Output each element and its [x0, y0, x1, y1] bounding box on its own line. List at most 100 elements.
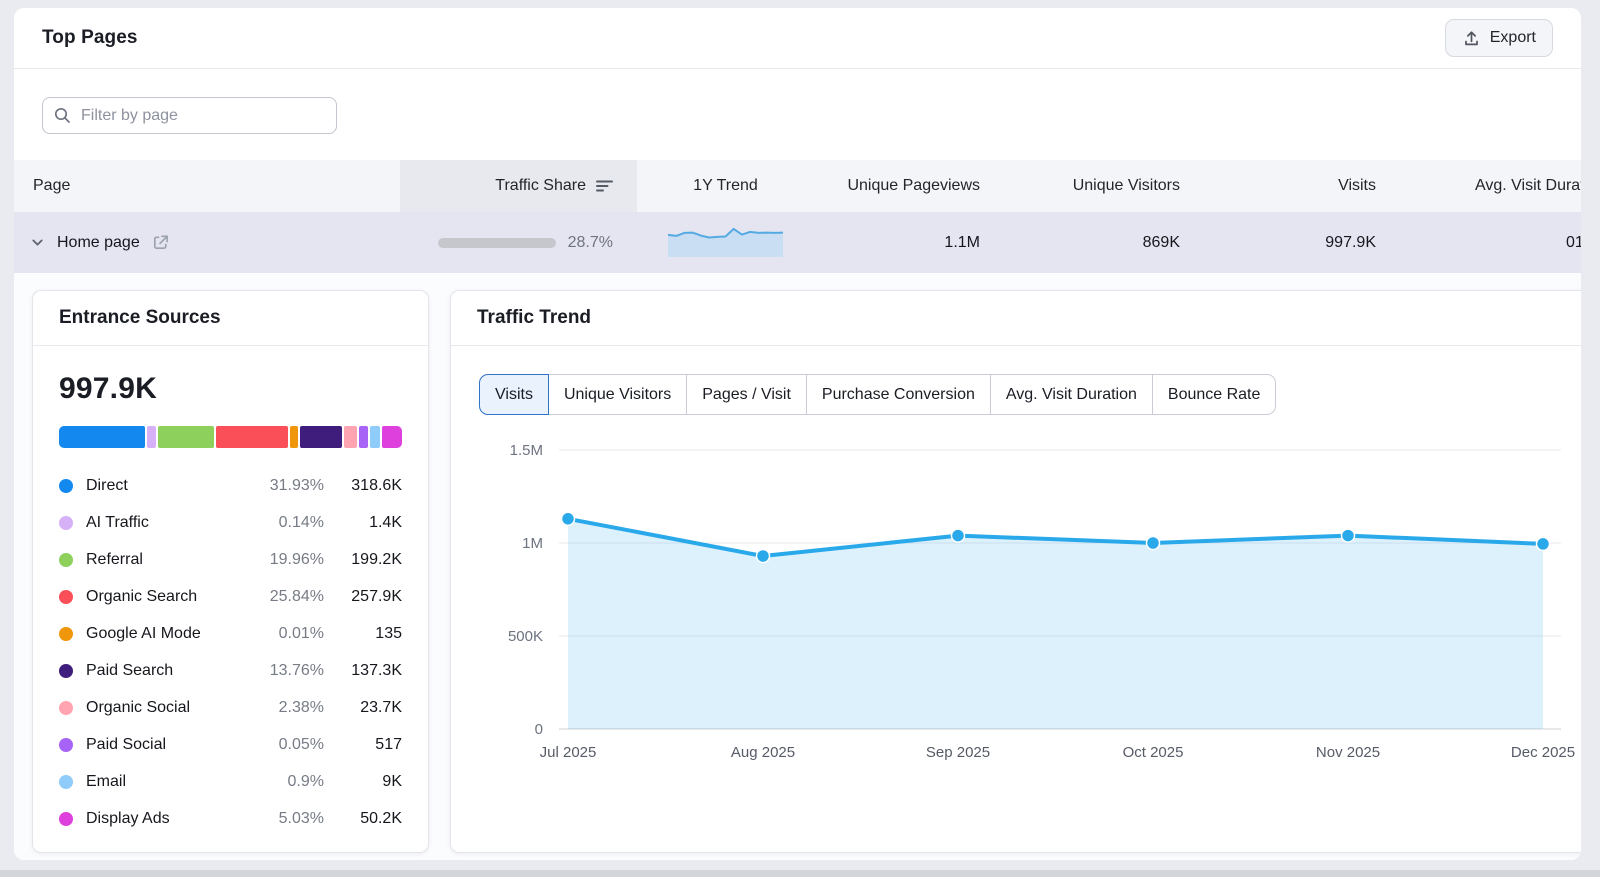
metric-tabs: VisitsUnique VisitorsPages / VisitPurcha…: [479, 374, 1581, 415]
bar-segment-organic-social: [344, 426, 358, 448]
legend-row-display-ads[interactable]: Display Ads 5.03% 50.2K: [59, 800, 402, 837]
entrance-sources-header: Entrance Sources: [33, 291, 428, 346]
y-tick-label: 1M: [522, 535, 543, 552]
entrance-sources-card: Entrance Sources 997.9K Direct 31.93% 31…: [32, 290, 429, 853]
tab-pages-visit[interactable]: Pages / Visit: [686, 374, 807, 415]
legend-value: 23.7K: [324, 699, 402, 717]
y-tick-label: 0: [535, 721, 543, 738]
legend-color-dot: [59, 590, 73, 604]
legend-label: Display Ads: [86, 810, 250, 828]
tab-avg-visit-duration[interactable]: Avg. Visit Duration: [990, 374, 1153, 415]
column-label: Avg. Visit Duration: [1475, 177, 1581, 195]
search-icon: [54, 107, 71, 124]
visits-cell: 997.9K: [1204, 234, 1400, 252]
legend-label: Google AI Mode: [86, 625, 250, 643]
legend-percent: 0.9%: [250, 773, 324, 791]
data-point: [1342, 529, 1355, 542]
filter-row: [14, 69, 1581, 160]
legend-value: 137.3K: [324, 662, 402, 680]
column-label: Unique Visitors: [1073, 177, 1180, 195]
legend-row-organic-social[interactable]: Organic Social 2.38% 23.7K: [59, 689, 402, 726]
column-header-page[interactable]: Page: [14, 160, 400, 212]
bar-segment-referral: [158, 426, 215, 448]
traffic-trend-body: VisitsUnique VisitorsPages / VisitPurcha…: [451, 346, 1581, 774]
legend-value: 257.9K: [324, 588, 402, 606]
entrance-sources-body: 997.9K Direct 31.93% 318.6K AI Traffic 0…: [33, 346, 428, 837]
x-tick-label: Oct 2025: [1123, 744, 1184, 761]
bar-segment-email: [370, 426, 380, 448]
legend-row-ai-traffic[interactable]: AI Traffic 0.14% 1.4K: [59, 504, 402, 541]
traffic-share-cell: 28.7%: [400, 234, 637, 252]
legend-row-google-ai-mode[interactable]: Google AI Mode 0.01% 135: [59, 615, 402, 652]
legend-label: AI Traffic: [86, 514, 250, 532]
page-cell[interactable]: Home page: [14, 233, 400, 252]
traffic-trend-card: Traffic Trend VisitsUnique VisitorsPages…: [450, 290, 1581, 853]
entrance-sources-stacked-bar: [59, 426, 402, 448]
legend-row-paid-social[interactable]: Paid Social 0.05% 517: [59, 726, 402, 763]
traffic-trend-title: Traffic Trend: [477, 307, 591, 329]
page-title: Top Pages: [42, 27, 138, 49]
column-label: 1Y Trend: [693, 177, 758, 195]
avg-visit-duration-value: 01:31: [1566, 234, 1581, 252]
chevron-down-icon[interactable]: [29, 234, 46, 251]
legend-row-organic-search[interactable]: Organic Search 25.84% 257.9K: [59, 578, 402, 615]
export-button[interactable]: Export: [1445, 19, 1553, 57]
tab-visits[interactable]: Visits: [479, 374, 549, 415]
legend-row-email[interactable]: Email 0.9% 9K: [59, 763, 402, 800]
horizontal-scrollbar[interactable]: [0, 870, 1600, 877]
column-label: Page: [33, 177, 70, 195]
bar-segment-paid-social: [359, 426, 367, 448]
top-pages-card: Top Pages Export Page Traffic Share 1Y Tre…: [14, 8, 1581, 860]
column-label: Traffic Share: [495, 177, 586, 195]
tab-unique-visitors[interactable]: Unique Visitors: [548, 374, 687, 415]
1y-trend-sparkline: [668, 224, 783, 262]
legend-label: Paid Search: [86, 662, 250, 680]
legend-value: 517: [324, 736, 402, 754]
tab-purchase-conversion[interactable]: Purchase Conversion: [806, 374, 991, 415]
bar-segment-google-ai-mode: [290, 426, 298, 448]
legend-color-dot: [59, 516, 73, 530]
avg-visit-duration-cell: 01:31: [1400, 234, 1581, 252]
traffic-trend-header: Traffic Trend: [451, 291, 1581, 346]
x-tick-label: Aug 2025: [731, 744, 795, 761]
legend-percent: 0.14%: [250, 514, 324, 532]
visits-value: 997.9K: [1325, 234, 1376, 252]
search-box: [42, 97, 337, 134]
legend-row-paid-search[interactable]: Paid Search 13.76% 137.3K: [59, 652, 402, 689]
legend-label: Email: [86, 773, 250, 791]
legend-row-referral[interactable]: Referral 19.96% 199.2K: [59, 541, 402, 578]
entrance-sources-total: 997.9K: [59, 372, 402, 406]
column-header-visits[interactable]: Visits: [1204, 160, 1400, 212]
data-point: [757, 550, 770, 563]
external-link-icon[interactable]: [151, 233, 170, 252]
x-tick-label: Nov 2025: [1316, 744, 1380, 761]
legend-percent: 5.03%: [250, 810, 324, 828]
legend-percent: 2.38%: [250, 699, 324, 717]
column-header-traffic-share[interactable]: Traffic Share: [400, 160, 637, 212]
bar-segment-paid-search: [300, 426, 342, 448]
legend-label: Paid Social: [86, 736, 250, 754]
table-row-home-page[interactable]: Home page 28.7% 1.1M 869K 997.9K 01:31: [14, 212, 1581, 273]
column-header-unique-visitors[interactable]: Unique Visitors: [1004, 160, 1204, 212]
bar-segment-display-ads: [382, 426, 402, 448]
legend-percent: 0.05%: [250, 736, 324, 754]
export-label: Export: [1490, 29, 1536, 47]
column-header-unique-pageviews[interactable]: Unique Pageviews: [814, 160, 1004, 212]
tab-bounce-rate[interactable]: Bounce Rate: [1152, 374, 1277, 415]
legend-color-dot: [59, 701, 73, 715]
column-header-avg-visit-duration[interactable]: Avg. Visit Duration: [1400, 160, 1581, 212]
card-header: Top Pages Export: [14, 8, 1581, 69]
legend-percent: 0.01%: [250, 625, 324, 643]
legend-percent: 19.96%: [250, 551, 324, 569]
data-point: [1147, 537, 1160, 550]
legend-value: 318.6K: [324, 477, 402, 495]
column-header-1y-trend[interactable]: 1Y Trend: [637, 160, 814, 212]
legend-value: 199.2K: [324, 551, 402, 569]
sort-descending-icon: [596, 179, 613, 193]
traffic-trend-chart: 0500K1M1.5M Jul 2025Aug 2025Sep 2025Oct …: [471, 429, 1581, 774]
legend-label: Organic Search: [86, 588, 250, 606]
page-filter-input[interactable]: [42, 97, 337, 134]
legend-row-direct[interactable]: Direct 31.93% 318.6K: [59, 467, 402, 504]
entrance-sources-legend: Direct 31.93% 318.6K AI Traffic 0.14% 1.…: [59, 467, 402, 837]
legend-percent: 13.76%: [250, 662, 324, 680]
